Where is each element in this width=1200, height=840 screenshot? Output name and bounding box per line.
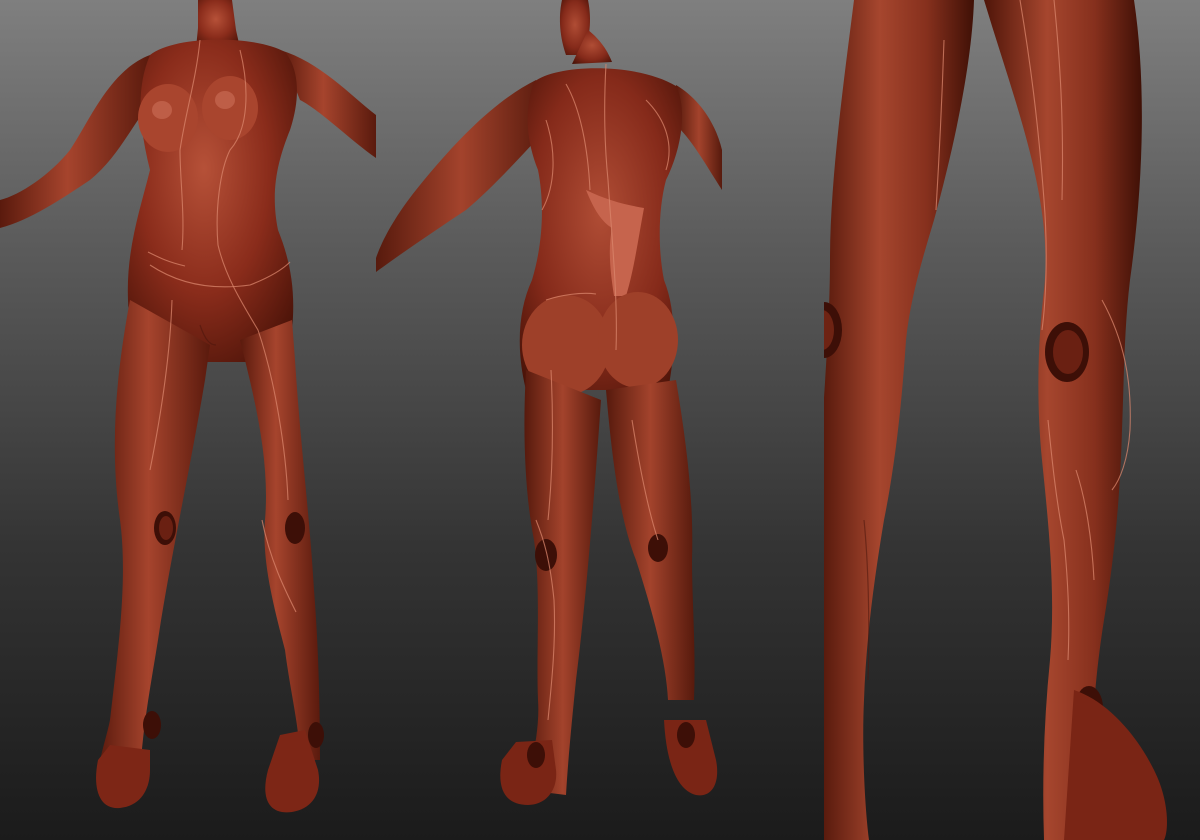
front-figure (0, 0, 376, 813)
closeup-legs (824, 0, 1167, 840)
front-view-panel (0, 0, 376, 840)
legs-figure (824, 0, 1167, 840)
back-body (376, 0, 722, 805)
back-view-panel (376, 0, 824, 840)
sculpt-viewport[interactable] (0, 0, 1200, 840)
front-body (0, 0, 376, 813)
back-figure (376, 0, 722, 805)
legs-closeup-panel (824, 0, 1200, 840)
